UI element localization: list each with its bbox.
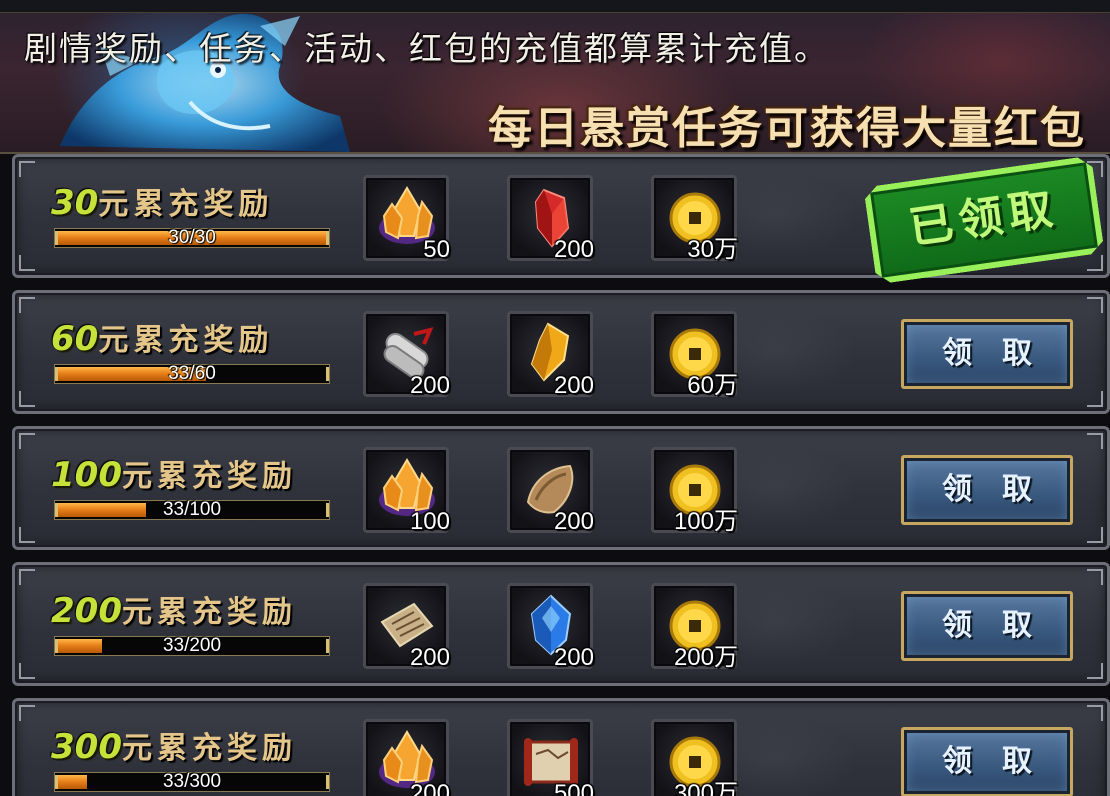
banner-headline: 每日悬赏任务可获得大量红包 — [488, 103, 1086, 154]
claim-button[interactable]: 领取 — [901, 319, 1073, 389]
item-quantity: 200 — [409, 372, 450, 399]
banner-info-text: 剧情奖励、任务、活动、红包的充值都算累计充值。 — [24, 29, 829, 68]
progress-bar: 33/200 — [54, 636, 330, 656]
item-quantity: 200 — [553, 372, 594, 399]
item-quantity: 100万 — [673, 508, 738, 535]
claim-button[interactable]: 领取 — [901, 591, 1073, 661]
tier-label: 元累充奖励 — [121, 595, 297, 630]
tier-title: 30元累充奖励 — [51, 179, 273, 223]
progress-text: 30/30 — [168, 227, 216, 248]
progress-bar: 33/300 — [54, 772, 330, 792]
reward-item-gold-coin[interactable]: 100万 — [651, 447, 738, 535]
tier-amount: 60 — [51, 319, 99, 359]
item-quantity: 500 — [553, 780, 594, 796]
item-quantity: 200 — [409, 780, 450, 796]
reward-item-crystal[interactable]: 200 — [363, 719, 450, 796]
tier-title: 100元累充奖励 — [51, 451, 297, 495]
reward-item-crystal[interactable]: 100 — [363, 447, 450, 535]
item-quantity: 200 — [409, 644, 450, 671]
reward-item-gold-coin[interactable]: 300万 — [651, 719, 738, 796]
reward-item-crystal[interactable]: 50 — [363, 175, 450, 263]
progress-bar: 30/30 — [54, 228, 330, 248]
tier-label: 元累充奖励 — [121, 459, 297, 494]
reward-item-scroll[interactable]: 200 — [363, 311, 450, 399]
tier-label: 元累充奖励 — [121, 731, 297, 766]
reward-item-gold-coin[interactable]: 60万 — [651, 311, 738, 399]
claim-button[interactable]: 领取 — [901, 727, 1073, 796]
reward-item-parchment[interactable]: 200 — [363, 583, 450, 671]
reward-row-100: 100元累充奖励 33/100 100 200 100万 领取 — [12, 426, 1110, 550]
item-quantity: 200万 — [673, 644, 738, 671]
reward-list[interactable]: 30元累充奖励 30/30 50 200 30万 已领取 60元累充奖励 33/… — [12, 152, 1110, 796]
claim-button[interactable]: 领取 — [901, 455, 1073, 525]
item-quantity: 200 — [553, 236, 594, 263]
progress-bar: 33/60 — [54, 364, 330, 384]
item-quantity: 100 — [409, 508, 450, 535]
reward-item-gold-coin[interactable]: 200万 — [651, 583, 738, 671]
claimed-stamp: 已领取 — [863, 155, 1104, 284]
item-quantity: 30万 — [687, 236, 738, 263]
reward-item-red-gem[interactable]: 200 — [507, 175, 594, 263]
tier-amount: 200 — [51, 591, 122, 631]
tier-amount: 300 — [51, 727, 122, 767]
reward-row-200: 200元累充奖励 33/200 200 200 200万 领取 — [12, 562, 1110, 686]
tier-label: 元累充奖励 — [98, 187, 274, 222]
tier-amount: 30 — [51, 183, 99, 223]
progress-text: 33/300 — [162, 771, 222, 792]
reward-row-60: 60元累充奖励 33/60 200 200 60万 领取 — [12, 290, 1110, 414]
tier-amount: 100 — [51, 455, 122, 495]
reward-item-blue-gem[interactable]: 200 — [507, 583, 594, 671]
banner: 剧情奖励、任务、活动、红包的充值都算累计充值。 每日悬赏任务可获得大量红包 — [0, 0, 1110, 154]
progress-bar: 33/100 — [54, 500, 330, 520]
item-quantity: 300万 — [673, 780, 738, 796]
tier-title: 60元累充奖励 — [51, 315, 273, 359]
reward-item-stone[interactable]: 200 — [507, 447, 594, 535]
reward-item-map-scroll[interactable]: 500 — [507, 719, 594, 796]
tier-title: 200元累充奖励 — [51, 587, 297, 631]
progress-text: 33/100 — [162, 499, 222, 520]
item-quantity: 200 — [553, 644, 594, 671]
reward-row-30: 30元累充奖励 30/30 50 200 30万 已领取 — [12, 154, 1110, 278]
reward-item-gold-shard[interactable]: 200 — [507, 311, 594, 399]
tier-title: 300元累充奖励 — [51, 723, 297, 767]
reward-row-300: 300元累充奖励 33/300 200 500 300万 领取 — [12, 698, 1110, 796]
progress-text: 33/60 — [168, 363, 216, 384]
tier-label: 元累充奖励 — [98, 323, 274, 358]
item-quantity: 200 — [553, 508, 594, 535]
item-quantity: 60万 — [687, 372, 738, 399]
progress-text: 33/200 — [162, 635, 222, 656]
item-quantity: 50 — [423, 236, 450, 263]
reward-item-gold-coin[interactable]: 30万 — [651, 175, 738, 263]
